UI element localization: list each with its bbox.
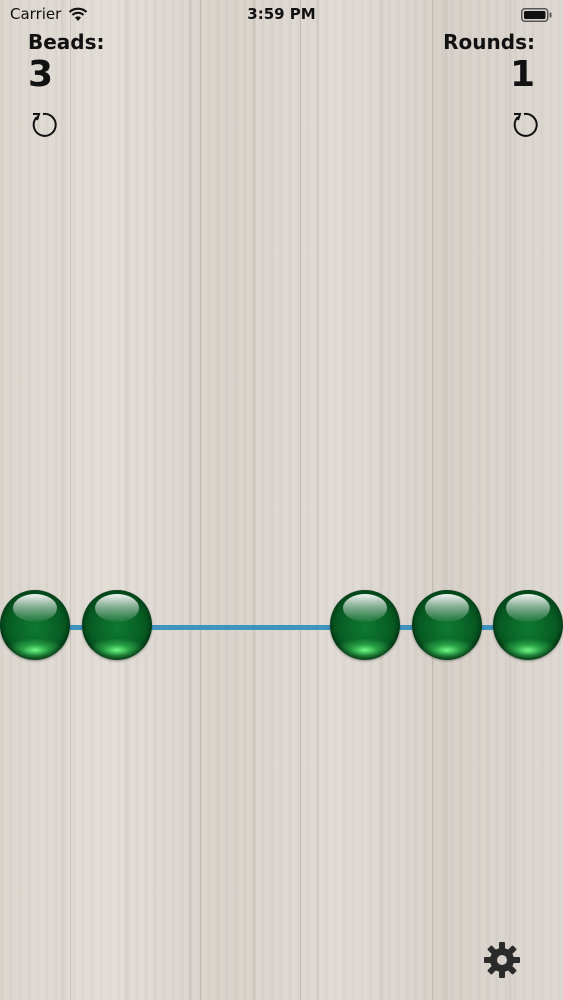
clock: 3:59 PM (247, 5, 316, 23)
bead[interactable] (0, 590, 70, 660)
wood-grain (200, 0, 201, 1000)
reset-beads-button[interactable] (28, 110, 58, 140)
bead[interactable] (412, 590, 482, 660)
rounds-count: 1 (509, 54, 535, 95)
wood-grain (432, 0, 433, 1000)
status-bar: Carrier 3:59 PM (0, 0, 563, 30)
bead[interactable] (330, 590, 400, 660)
reset-icon (513, 112, 538, 137)
bead[interactable] (493, 590, 563, 660)
rounds-label: Rounds: (443, 30, 535, 54)
reset-rounds-button[interactable] (509, 110, 539, 140)
reset-icon (32, 112, 57, 137)
beads-count: 3 (28, 54, 54, 95)
battery-icon (521, 8, 552, 22)
gear-icon (484, 942, 520, 978)
wood-grain (300, 0, 301, 1000)
wood-grain (70, 0, 71, 1000)
settings-button[interactable] (482, 940, 522, 980)
bead[interactable] (82, 590, 152, 660)
beads-label: Beads: (28, 30, 105, 54)
